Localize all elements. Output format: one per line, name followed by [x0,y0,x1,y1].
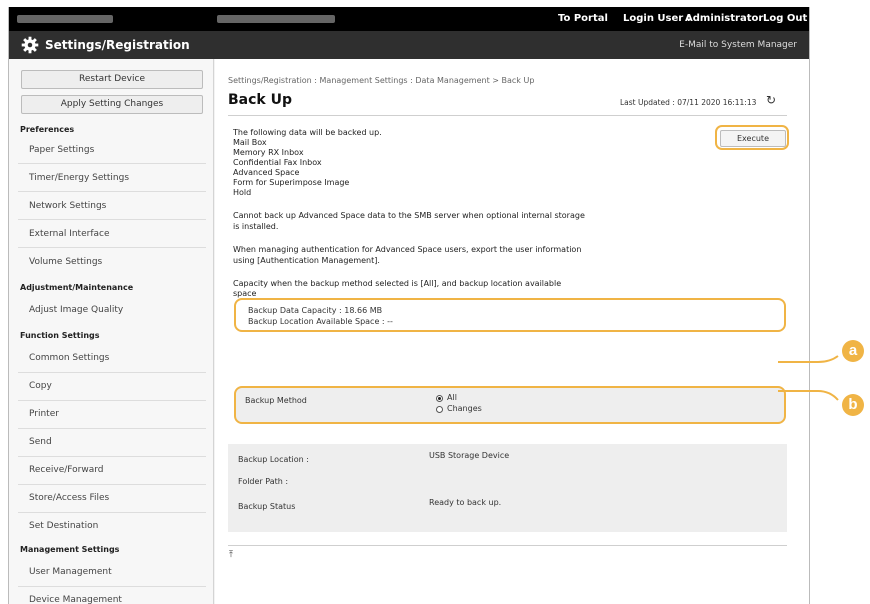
backup-data-capacity: Backup Data Capacity : 18.66 MB [248,306,383,315]
top-arrow-icon[interactable]: ⤒ [229,550,233,560]
execute-button[interactable]: Execute [720,130,786,147]
backup-location-label: Backup Location : [238,455,309,464]
backup-status-value: Ready to back up. [429,498,502,507]
backup-method-highlight: Backup Method All Changes [234,386,786,424]
backup-item: Hold [233,188,252,197]
sidebar-item-store-access-files[interactable]: Store/Access Files [29,493,109,503]
auth-note-line: using [Authentication Management]. [233,256,380,265]
callout-a-badge: a [842,340,864,362]
bottom-divider [228,545,787,546]
sidebar-item-external-interface[interactable]: External Interface [29,229,110,239]
sidebar-divider [18,456,206,457]
sidebar-item-set-destination[interactable]: Set Destination [29,521,98,531]
backup-status-label: Backup Status [238,502,296,511]
sidebar-item-paper-settings[interactable]: Paper Settings [29,145,94,155]
sidebar-divider [18,484,206,485]
backup-location-value: USB Storage Device [429,451,510,460]
smb-note-line: Cannot back up Advanced Space data to th… [233,211,585,220]
backup-item: Form for Superimpose Image [233,178,350,187]
settings-table: Backup Location : USB Storage Device Fol… [228,444,787,532]
top-bar: To Portal Login User : Administrator Log… [9,7,809,31]
capacity-highlight: Backup Data Capacity : 18.66 MB Backup L… [234,298,786,332]
sidebar-divider [18,400,206,401]
sidebar-divider [18,219,206,220]
sidebar-item-timer-energy[interactable]: Timer/Energy Settings [29,173,129,183]
sidebar: Restart Device Apply Setting Changes Pre… [9,59,214,604]
browser-frame: To Portal Login User : Administrator Log… [8,7,810,604]
backup-method-label: Backup Method [245,396,307,405]
login-user-label: Login User : [623,13,691,24]
sidebar-item-receive-forward[interactable]: Receive/Forward [29,465,103,475]
sidebar-item-adjust-image-quality[interactable]: Adjust Image Quality [29,305,123,315]
sidebar-item-common-settings[interactable]: Common Settings [29,353,109,363]
to-portal-link[interactable]: To Portal [558,13,608,24]
backup-item: Mail Box [233,138,267,147]
restart-device-button[interactable]: Restart Device [21,70,203,89]
folder-path-label: Folder Path : [238,477,289,486]
title-bar: Settings/Registration E-Mail to System M… [9,31,809,59]
sidebar-item-user-management[interactable]: User Management [29,567,112,577]
sidebar-divider [18,428,206,429]
sidebar-heading-function-settings: Function Settings [20,331,100,340]
sidebar-item-volume-settings[interactable]: Volume Settings [29,257,102,267]
callout-b-leader [778,390,839,401]
sidebar-divider [18,372,206,373]
log-out-link[interactable]: Log Out [763,13,807,24]
sidebar-divider [18,512,206,513]
login-user-name: Administrator [685,13,764,24]
last-updated: Last Updated : 07/11 2020 16:11:13 [620,98,757,107]
sidebar-heading-management: Management Settings [20,545,120,554]
backup-item: Advanced Space [233,168,300,177]
sidebar-divider [18,163,206,164]
page-title: Back Up [228,92,292,108]
backup-location-space: Backup Location Available Space : -- [248,317,393,326]
backup-method-changes-radio[interactable] [436,406,443,413]
sidebar-item-copy[interactable]: Copy [29,381,52,391]
apply-setting-changes-button[interactable]: Apply Setting Changes [21,95,203,114]
sidebar-item-device-management[interactable]: Device Management [29,595,122,604]
capacity-note-line: Capacity when the backup method selected… [233,279,562,288]
gear-icon [21,36,39,54]
backup-item: Confidential Fax Inbox [233,158,322,167]
main-content: Settings/Registration : Management Setti… [215,59,809,604]
smb-note-line: is installed. [233,222,279,231]
sidebar-item-send[interactable]: Send [29,437,52,447]
sidebar-divider [18,586,206,587]
device-name-blurred [17,15,113,23]
breadcrumb: Settings/Registration : Management Setti… [228,76,535,85]
sidebar-heading-preferences: Preferences [20,125,75,134]
sidebar-divider [18,247,206,248]
callout-b-badge: b [842,394,864,416]
sidebar-item-network-settings[interactable]: Network Settings [29,201,106,211]
sidebar-item-printer[interactable]: Printer [29,409,59,419]
backup-method-all-radio[interactable] [436,395,443,402]
sidebar-heading-adjustment: Adjustment/Maintenance [20,283,134,292]
backup-method-all-label[interactable]: All [447,393,457,402]
callout-a-leader [778,355,839,363]
backup-item: Memory RX Inbox [233,148,304,157]
app-title: Settings/Registration [45,38,190,52]
backup-intro-text: The following data will be backed up. [233,128,382,137]
device-info-blurred [217,15,335,23]
execute-highlight: Execute [715,125,789,150]
title-divider [228,115,787,116]
backup-method-changes-label[interactable]: Changes [447,404,482,413]
auth-note-line: When managing authentication for Advance… [233,245,582,254]
email-system-manager-link[interactable]: E-Mail to System Manager [679,40,797,50]
refresh-icon[interactable]: ↻ [766,93,782,107]
sidebar-divider [18,191,206,192]
